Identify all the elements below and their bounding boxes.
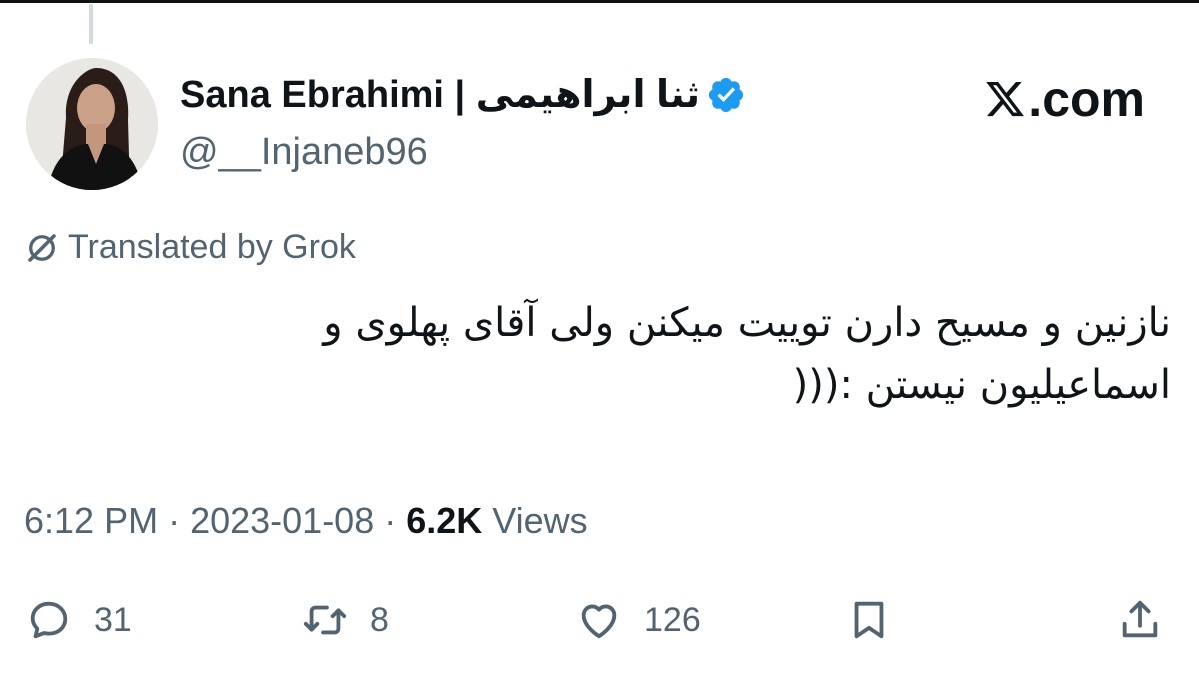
like-count: 126: [644, 600, 701, 639]
verified-badge-icon: [709, 77, 744, 112]
tweet-text: نازنین و مسیح دارن توییت میکنن ولی آقای …: [323, 300, 1171, 408]
avatar[interactable]: [26, 58, 158, 190]
meta-separator-2: ·: [374, 500, 407, 541]
bookmark-button[interactable]: [846, 590, 892, 650]
reply-icon: [30, 601, 68, 639]
author-handle[interactable]: @__Injaneb96: [180, 131, 428, 174]
tweet-meta: 6:12 PM · 2023-01-08 · 6.2K Views: [24, 500, 588, 542]
x-com-domain-text: .com: [1028, 71, 1145, 127]
grok-icon: [28, 233, 56, 262]
author-display-name[interactable]: Sana Ebrahimi | ثنا ابراهیمی: [180, 72, 746, 117]
translated-label: Translated by Grok: [68, 228, 356, 266]
thread-connector-line: [89, 4, 93, 44]
bookmark-icon: [854, 601, 884, 639]
share-icon: [1122, 600, 1158, 638]
x-com-logo: .com: [984, 70, 1145, 128]
share-button[interactable]: [1117, 590, 1163, 650]
meta-separator: ·: [158, 500, 191, 541]
tweet-actions: 31 8 126: [0, 590, 1199, 650]
heart-icon: [581, 604, 617, 639]
views-label: Views: [492, 500, 588, 541]
x-logo-icon: [986, 81, 1025, 117]
reply-count: 31: [94, 600, 132, 639]
like-button[interactable]: 126: [576, 590, 701, 650]
views-count: 6.2K: [406, 500, 483, 541]
repost-count: 8: [370, 600, 389, 639]
tweet-date[interactable]: 2023-01-08: [190, 500, 374, 541]
tweet-time[interactable]: 6:12 PM: [24, 500, 158, 541]
avatar-photo: [26, 58, 158, 190]
repost-button[interactable]: 8: [302, 590, 389, 650]
author-name-text[interactable]: Sana Ebrahimi | ثنا ابراهیمی: [180, 72, 700, 117]
translated-by-grok[interactable]: Translated by Grok: [24, 228, 356, 267]
top-border: [0, 0, 1199, 3]
reply-button[interactable]: 31: [26, 590, 132, 650]
repost-icon: [303, 605, 347, 635]
